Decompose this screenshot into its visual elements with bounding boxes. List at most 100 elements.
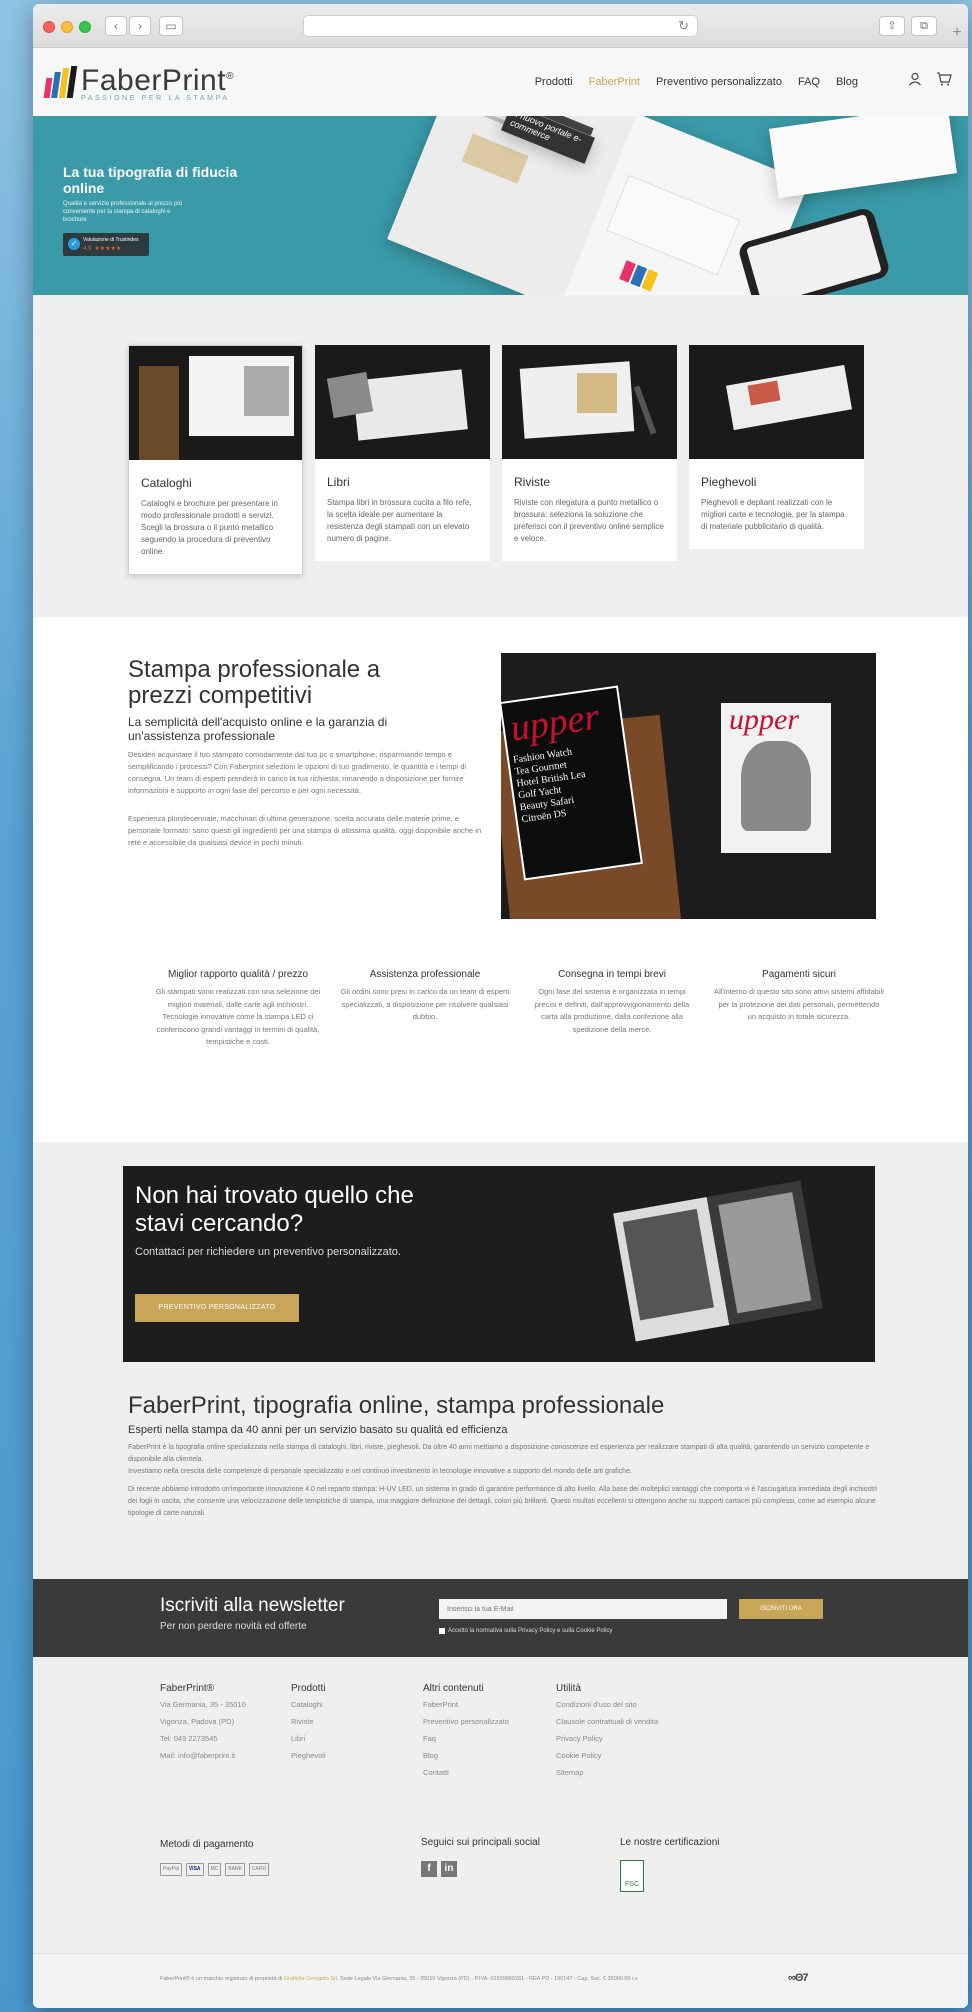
product-card-pieghevoli[interactable]: Pieghevoli Pieghevoli e depliant realizz… (689, 345, 864, 549)
url-bar[interactable]: ↻ (303, 15, 698, 37)
tabs-icon[interactable]: ⧉ (911, 16, 937, 36)
payment-icons: PayPal VISA MC BANK CARD (160, 1863, 270, 1876)
copyright-bar: FaberPrint® è un marchio registrato di p… (33, 1953, 968, 2008)
footer-link[interactable]: Condizioni d'uso del sito (556, 1700, 658, 1709)
footer-link[interactable]: Sitemap (556, 1768, 658, 1777)
nav-blog[interactable]: Blog (836, 76, 858, 88)
footer-mail[interactable]: Mail: info@faberprint.it (160, 1751, 246, 1760)
feature-assistenza: Assistenza professionale Gli ordini sono… (340, 969, 510, 1021)
stampa-section: Stampa professionale a prezzi competitiv… (33, 617, 968, 1142)
footer-link[interactable]: Libri (291, 1734, 326, 1743)
footer-link[interactable]: Pieghevoli (291, 1751, 326, 1760)
hero-banner: La tua tipografia di fiducia online Qual… (33, 116, 968, 295)
footer-col-prodotti: Prodotti Cataloghi Riviste Libri Pieghev… (291, 1683, 326, 1760)
footer-link[interactable]: Cataloghi (291, 1700, 326, 1709)
agency-logo[interactable]: ∞Θ7 (788, 1972, 808, 1984)
stampa-magazine-image: upper Fashion Watch Tea Gourmet Hotel Br… (501, 653, 876, 919)
cta-title: Non hai trovato quello che stavi cercand… (135, 1182, 414, 1237)
chevron-right-icon[interactable]: › (129, 16, 151, 36)
riviste-image (502, 345, 677, 459)
facebook-icon[interactable]: f (421, 1861, 437, 1877)
minimize-window-button[interactable] (61, 21, 73, 33)
about-paragraph-1: FaberPrint è la tipografia online specia… (128, 1444, 870, 1463)
footer-link[interactable]: Privacy Policy (556, 1734, 658, 1743)
credit-card-icon: CARD (248, 1863, 270, 1876)
brand-name: FaberPrint® (81, 64, 234, 97)
footer-phone[interactable]: Tel: 049 2273545 (160, 1734, 246, 1743)
share-icon[interactable]: ⇧ (879, 16, 905, 36)
about-title: FaberPrint, tipografia online, stampa pr… (128, 1392, 665, 1419)
footer-link[interactable]: Preventivo personalizzato (423, 1717, 509, 1726)
footer-link[interactable]: Contatti (423, 1768, 509, 1777)
chevron-left-icon[interactable]: ‹ (105, 16, 127, 36)
site-footer: FaberPrint® Via Germania, 35 - 35010 Vig… (33, 1657, 968, 1953)
libri-image (315, 345, 490, 459)
browser-titlebar: ‹ › ▭ ↻ ⇧ ⧉ + (33, 4, 968, 48)
company-link[interactable]: Grafiche Ceregato Srl (284, 1976, 337, 1982)
card-title: Pieghevoli (701, 475, 757, 489)
card-title: Cataloghi (141, 476, 192, 490)
newsletter-email-input[interactable] (439, 1599, 727, 1619)
cataloghi-image (129, 346, 302, 460)
feature-consegna: Consegna in tempi brevi Ogni fase del si… (534, 969, 690, 1034)
sidebar-icon[interactable]: ▭ (159, 16, 183, 36)
nav-preventivo[interactable]: Preventivo personalizzato (656, 76, 782, 88)
footer-link[interactable]: Faq (423, 1734, 509, 1743)
visa-icon: VISA (185, 1863, 204, 1876)
product-card-libri[interactable]: Libri Stampa libri in brossura cucita a … (315, 345, 490, 561)
privacy-consent[interactable]: Accetto la normativa sulla Privacy Polic… (439, 1628, 612, 1634)
bank-transfer-icon: BANK (225, 1863, 245, 1876)
about-subtitle: Esperti nella stampa da 40 anni per un s… (128, 1424, 508, 1436)
footer-link[interactable]: Cookie Policy (556, 1751, 658, 1760)
footer-col-company: FaberPrint® Via Germania, 35 - 35010 Vig… (160, 1683, 246, 1760)
newsletter-subtitle: Per non perdere novità ed offerte (160, 1621, 307, 1632)
linkedin-icon[interactable]: in (441, 1861, 457, 1877)
check-icon: ✓ (68, 238, 80, 250)
about-paragraph-3: Di recente abbiamo introdotto un'importa… (128, 1486, 877, 1517)
brand-tagline: PASSIONE PER LA STAMPA (81, 95, 230, 102)
card-text: Pieghevoli e depliant realizzati con le … (701, 498, 845, 531)
copyright-text: FaberPrint® è un marchio registrato di p… (160, 1976, 639, 1982)
footer-col-utilita: Utilità Condizioni d'uso del sito Clauso… (556, 1683, 659, 1777)
footer-link[interactable]: Clausole contrattuali di vendita (556, 1717, 658, 1726)
product-card-cataloghi[interactable]: Cataloghi Cataloghi e brochure per prese… (128, 345, 303, 575)
footer-link[interactable]: Blog (423, 1751, 509, 1760)
close-window-button[interactable] (43, 21, 55, 33)
rating-stars: ★★★★★ (94, 246, 122, 252)
new-tab-icon[interactable]: + (946, 24, 968, 48)
product-card-riviste[interactable]: Riviste Riviste con rilegatura a punto m… (502, 345, 677, 561)
paypal-icon: PayPal (160, 1863, 182, 1876)
footer-city: Vigonza, Padova (PD) (160, 1717, 235, 1726)
footer-address: Via Germania, 35 - 35010 (160, 1700, 246, 1709)
mastercard-icon: MC (207, 1863, 222, 1876)
hero-title: La tua tipografia di fiducia online (63, 164, 238, 196)
products-section: Cataloghi Cataloghi e brochure per prese… (33, 295, 968, 617)
user-icon[interactable] (908, 72, 922, 90)
cta-book-image (611, 1171, 824, 1352)
consent-checkbox[interactable] (439, 1628, 445, 1634)
logo-bars-icon (43, 66, 78, 98)
newsletter-section: Iscriviti alla newsletter Per non perder… (33, 1579, 968, 1657)
stampa-title: Stampa professionale a prezzi competitiv… (128, 656, 381, 709)
nav-prodotti[interactable]: Prodotti (535, 76, 573, 88)
footer-link[interactable]: FaberPrint (423, 1700, 509, 1709)
card-text: Stampa libri in brossura cucita a filo r… (327, 498, 472, 543)
nav-faq[interactable]: FAQ (798, 76, 820, 88)
pieghevoli-image (689, 345, 864, 459)
footer-link[interactable]: Riviste (291, 1717, 326, 1726)
feature-pagamenti: Pagamenti sicuri All'interno di questo s… (714, 969, 884, 1021)
trustindex-badge[interactable]: ✓ Valutazione di Trustindex 4.9 ★★★★★ (63, 233, 149, 256)
cart-icon[interactable] (936, 72, 952, 90)
cta-subtitle: Contattaci per richiedere un preventivo … (135, 1246, 401, 1258)
reload-icon[interactable]: ↻ (678, 18, 689, 34)
brand-logo[interactable]: FaberPrint® PASSIONE PER LA STAMPA (43, 60, 234, 104)
preventivo-button[interactable]: PREVENTIVO PERSONALIZZATO (135, 1294, 299, 1322)
stampa-subtitle: La semplicità dell'acquisto online e la … (128, 715, 388, 743)
feature-prezzo: Miglior rapporto qualità / prezzo Gli st… (155, 969, 321, 1046)
subscribe-button[interactable]: ISCRIVITI ORA (739, 1599, 823, 1619)
fsc-certification-icon[interactable]: FSC (620, 1860, 644, 1892)
card-title: Libri (327, 475, 350, 489)
nav-faberprint[interactable]: FaberPrint (589, 76, 640, 88)
hero-second-brochure (769, 116, 957, 199)
maximize-window-button[interactable] (79, 21, 91, 33)
